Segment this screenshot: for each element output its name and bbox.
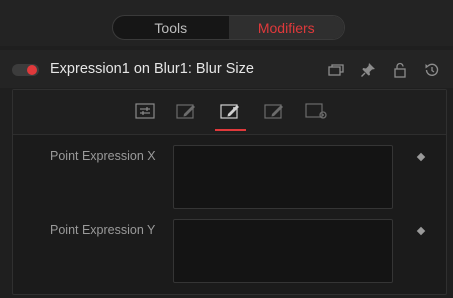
active-tab-indicator <box>215 129 246 131</box>
expression-edit-alt-icon[interactable] <box>263 101 287 121</box>
point-expression-x-label: Point Expression X <box>50 149 156 163</box>
keyframe-x-icon[interactable] <box>416 152 426 162</box>
settings-icon[interactable] <box>305 101 329 121</box>
inspector-panel: Tools Modifiers Expression1 on Blur1: Bl… <box>0 0 453 298</box>
tab-tools[interactable]: Tools <box>113 16 229 39</box>
sliders-icon[interactable] <box>133 101 157 121</box>
enable-toggle-dot <box>27 65 37 75</box>
expression-edit-active-icon[interactable] <box>219 101 243 121</box>
point-expression-y-label: Point Expression Y <box>50 223 156 237</box>
point-expression-y-field[interactable] <box>173 219 393 283</box>
modifier-header: Expression1 on Blur1: Blur Size <box>0 50 453 88</box>
tab-modifiers[interactable]: Modifiers <box>228 16 344 39</box>
window-icon[interactable] <box>327 61 345 79</box>
modifier-title: Expression1 on Blur1: Blur Size <box>50 61 254 77</box>
keyframe-y-icon[interactable] <box>416 226 426 236</box>
icon-tab-bar <box>13 90 446 135</box>
lock-icon[interactable] <box>391 61 409 79</box>
enable-toggle[interactable] <box>12 64 39 76</box>
tools-modifiers-switch: Tools Modifiers <box>112 15 345 40</box>
pin-icon[interactable] <box>359 61 377 79</box>
header-icons <box>327 61 441 79</box>
modifier-controls-panel: Point Expression X Point Expression Y <box>12 89 447 295</box>
point-expression-x-field[interactable] <box>173 145 393 209</box>
tabs-bar: Tools Modifiers <box>0 0 453 46</box>
expression-edit-icon[interactable] <box>175 101 199 121</box>
reset-icon[interactable] <box>423 61 441 79</box>
